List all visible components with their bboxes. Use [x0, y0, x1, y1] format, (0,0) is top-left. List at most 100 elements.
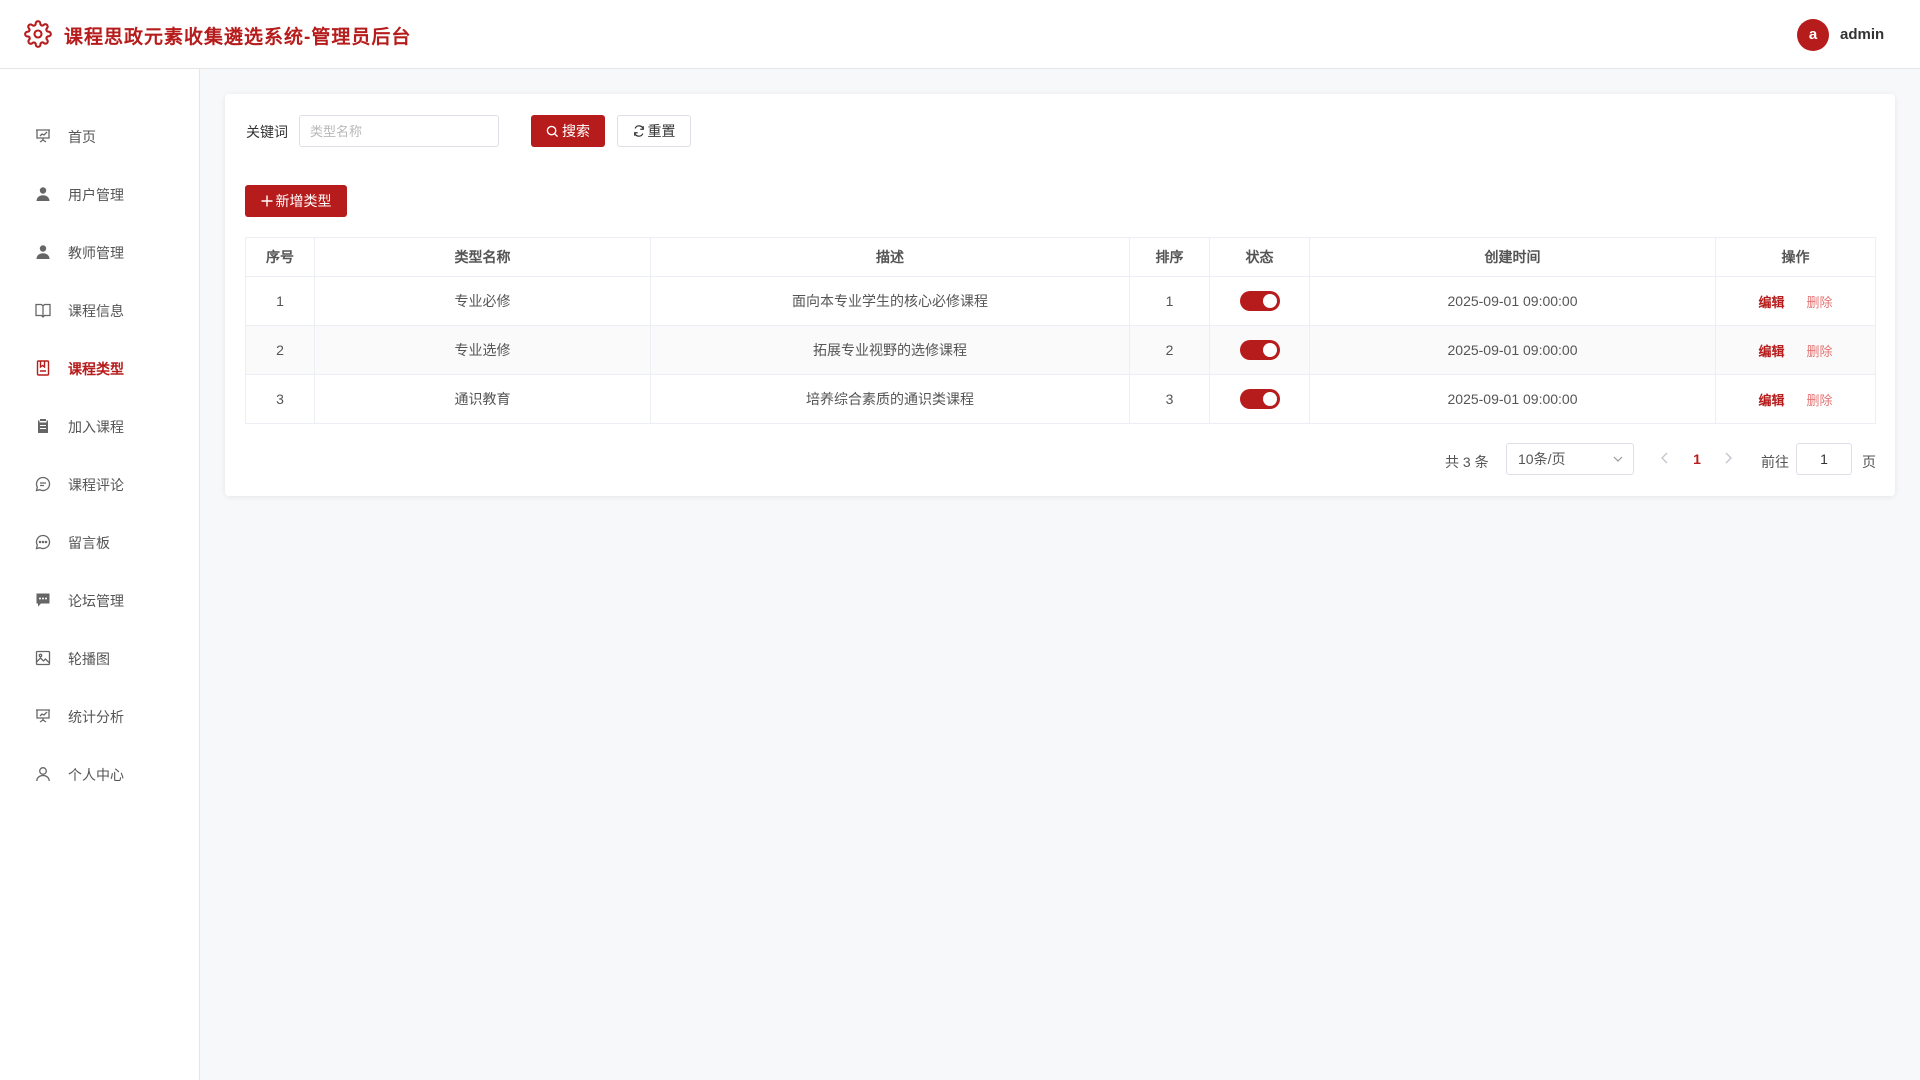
edit-link[interactable]: 编辑 [1758, 295, 1784, 310]
course-type-table: 序号 类型名称 描述 排序 状态 创建时间 操作 1 专业必修 面向本专业学生的… [245, 237, 1876, 424]
notebook-icon [36, 360, 50, 376]
row-index: 2 [245, 325, 315, 375]
sort-order: 2 [1129, 325, 1210, 375]
page-size-select[interactable]: 10条/页 [1506, 443, 1634, 475]
type-description: 拓展专业视野的选修课程 [650, 325, 1130, 375]
chat-dots-icon [35, 534, 51, 550]
edit-link[interactable]: 编辑 [1758, 344, 1784, 359]
sidebar-item-users[interactable]: 用户管理 [0, 174, 199, 214]
keyword-label: 关键词 [246, 124, 288, 140]
add-type-button[interactable]: 新增类型 [245, 185, 347, 217]
sidebar-item-carousel[interactable]: 轮播图 [0, 638, 199, 678]
sort-order: 3 [1129, 374, 1210, 424]
sidebar-item-label: 个人中心 [68, 767, 124, 783]
column-header: 序号 [245, 237, 315, 277]
sidebar-item-course-type[interactable]: 课程类型 [0, 348, 199, 388]
column-header: 排序 [1129, 237, 1210, 277]
search-button[interactable]: 搜索 [531, 115, 605, 147]
table-row: 2 专业选修 拓展专业视野的选修课程 2 2025-09-01 09:00:00… [245, 325, 1876, 375]
presentation-icon [36, 709, 50, 723]
page-suffix: 页 [1862, 454, 1876, 470]
sidebar-item-profile[interactable]: 个人中心 [0, 754, 199, 794]
search-button-label: 搜索 [562, 123, 590, 139]
sidebar-item-join-course[interactable]: 加入课程 [0, 406, 199, 446]
status-toggle[interactable] [1239, 389, 1280, 409]
reset-button[interactable]: 重置 [617, 115, 691, 147]
sidebar-item-label: 课程信息 [68, 303, 124, 319]
delete-link[interactable]: 删除 [1807, 393, 1833, 408]
avatar[interactable]: a [1797, 19, 1829, 51]
sidebar-item-label: 教师管理 [68, 245, 124, 261]
app-title: 课程思政元素收集遴选系统-管理员后台 [64, 27, 412, 48]
user-icon [36, 187, 50, 201]
column-header: 类型名称 [314, 237, 651, 277]
sidebar-item-forum[interactable]: 论坛管理 [0, 580, 199, 620]
created-time: 2025-09-01 09:00:00 [1309, 374, 1716, 424]
sidebar-item-label: 加入课程 [68, 419, 124, 435]
sidebar-item-course-info[interactable]: 课程信息 [0, 290, 199, 330]
column-header: 操作 [1715, 237, 1876, 277]
gear-icon [24, 20, 52, 48]
status-toggle[interactable] [1239, 291, 1280, 311]
sidebar-item-teachers[interactable]: 教师管理 [0, 232, 199, 272]
toggle-knob [1262, 343, 1277, 357]
user-outline-icon [36, 767, 50, 782]
user-icon [36, 245, 50, 259]
created-time: 2025-09-01 09:00:00 [1309, 276, 1716, 326]
sidebar-item-label: 用户管理 [68, 187, 124, 203]
content-card: 关键词 搜索 重置 新增类型 序号 类型名称 描述 排序 状态 创建时间 操作 [225, 94, 1895, 496]
column-header: 状态 [1209, 237, 1310, 277]
sidebar-item-label: 轮播图 [68, 651, 110, 667]
type-description: 面向本专业学生的核心必修课程 [650, 276, 1130, 326]
table-header-row: 序号 类型名称 描述 排序 状态 创建时间 操作 [245, 237, 1876, 277]
edit-link[interactable]: 编辑 [1758, 393, 1784, 408]
type-description: 培养综合素质的通识类课程 [650, 374, 1130, 424]
username[interactable]: admin [1840, 26, 1884, 43]
pagination-total: 共 3 条 [1445, 454, 1489, 470]
sidebar-item-label: 留言板 [68, 535, 110, 551]
sidebar-item-label: 统计分析 [68, 709, 124, 725]
row-index: 1 [245, 276, 315, 326]
toggle-knob [1262, 392, 1277, 406]
chat-icon [35, 476, 51, 492]
goto-label: 前往 [1761, 454, 1789, 470]
sidebar-item-course-comments[interactable]: 课程评论 [0, 464, 199, 504]
chevron-left-icon[interactable] [1657, 450, 1673, 466]
toggle-knob [1262, 294, 1277, 308]
type-name: 专业选修 [314, 325, 651, 375]
column-header: 创建时间 [1309, 237, 1716, 277]
page-size-value: 10条/页 [1518, 451, 1566, 467]
type-name: 通识教育 [314, 374, 651, 424]
table-row: 3 通识教育 培养综合素质的通识类课程 3 2025-09-01 09:00:0… [245, 374, 1876, 424]
sidebar-item-message-board[interactable]: 留言板 [0, 522, 199, 562]
page-number-current[interactable]: 1 [1687, 451, 1707, 467]
add-type-button-label: 新增类型 [275, 193, 332, 209]
sidebar-item-label: 论坛管理 [68, 593, 124, 609]
delete-link[interactable]: 删除 [1807, 344, 1833, 359]
search-icon [546, 125, 559, 137]
row-index: 3 [245, 374, 315, 424]
column-header: 描述 [650, 237, 1130, 277]
created-time: 2025-09-01 09:00:00 [1309, 325, 1716, 375]
clipboard-icon [38, 419, 48, 433]
plus-icon [261, 195, 272, 207]
goto-page-input[interactable] [1796, 443, 1852, 475]
message-icon [36, 593, 50, 607]
sort-order: 1 [1129, 276, 1210, 326]
chevron-right-icon[interactable] [1720, 450, 1736, 466]
keyword-input[interactable] [299, 115, 499, 147]
sidebar-item-label: 首页 [68, 129, 96, 145]
image-icon [35, 650, 51, 666]
sidebar-item-label: 课程评论 [68, 477, 124, 493]
type-name: 专业必修 [314, 276, 651, 326]
status-toggle[interactable] [1239, 340, 1280, 360]
presentation-icon [36, 129, 50, 143]
refresh-icon [633, 125, 644, 137]
sidebar-item-home[interactable]: 首页 [0, 116, 199, 156]
reset-button-label: 重置 [647, 123, 676, 139]
delete-link[interactable]: 删除 [1807, 295, 1833, 310]
chevron-down-icon [1613, 456, 1623, 462]
sidebar: 首页 用户管理 教师管理 课程信息 课程类型 加入课程 课程评论 留言板 论坛管… [0, 69, 200, 1080]
table-row: 1 专业必修 面向本专业学生的核心必修课程 1 2025-09-01 09:00… [245, 276, 1876, 326]
sidebar-item-statistics[interactable]: 统计分析 [0, 696, 199, 736]
